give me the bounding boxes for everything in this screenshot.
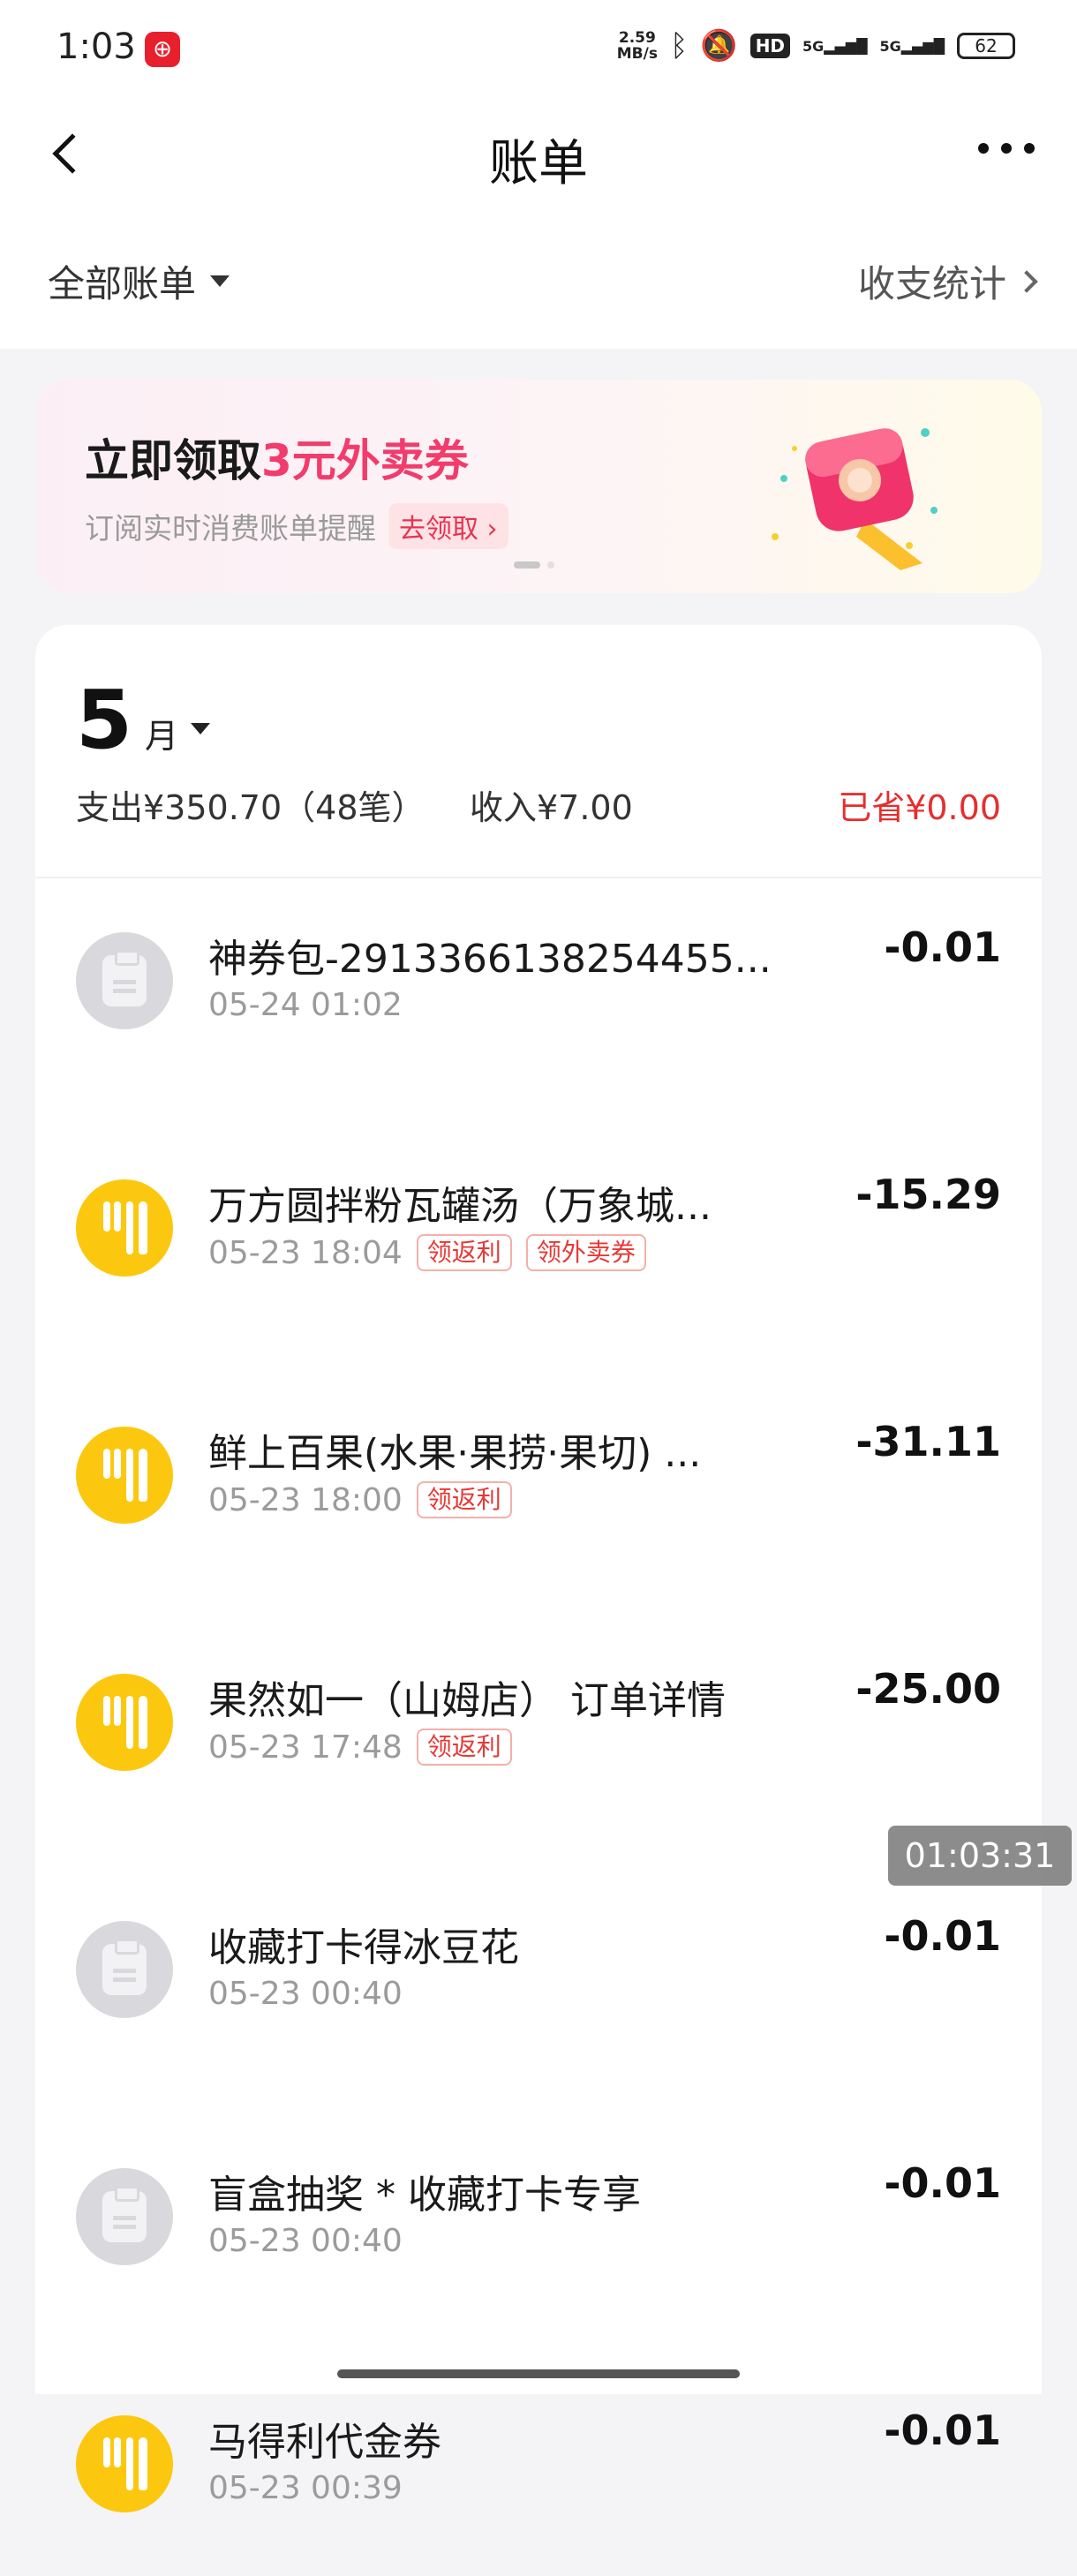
filter-bar: 全部账单 收支统计: [0, 212, 1077, 349]
expense-summary: 支出¥350.70（48笔）: [76, 788, 426, 827]
transaction-name: 万方圆拌粉瓦罐汤（万象城...: [208, 1184, 712, 1229]
transaction-meta: 05-23 00:39: [208, 2470, 403, 2506]
promo-banner[interactable]: 立即领取3元外卖券 订阅实时消费账单提醒 去领取 ›: [35, 380, 1042, 593]
clipboard-icon: [76, 932, 173, 1029]
transaction-name: 收藏打卡得冰豆花: [208, 1925, 519, 1970]
status-bar: 1:03 ⊕ 2.59 MB/s ᛒ 🔕 HD 5G▂▄▆█ 5G▂▄▆█ 62: [0, 0, 1077, 97]
app-notification-icon: ⊕: [145, 32, 180, 67]
status-time: 1:03: [56, 26, 136, 67]
nav-bar: 账单: [0, 97, 1077, 212]
hd-badge: HD: [749, 34, 791, 58]
screen-record-timestamp: 01:03:31: [888, 1826, 1072, 1886]
food-icon: [76, 1427, 173, 1524]
month-selector[interactable]: 5 月: [76, 673, 211, 767]
clipboard-icon: [76, 1921, 173, 2018]
transaction-amount: -31.11: [855, 1418, 1001, 1465]
transaction-time: 05-23 00:40: [208, 1976, 403, 2012]
transaction-name: 马得利代金券: [208, 2420, 441, 2465]
transaction-amount: -0.01: [884, 1912, 1001, 1960]
transaction-meta: 05-23 00:40: [208, 2223, 403, 2259]
signal-icon-2: 5G▂▄▆█: [879, 37, 945, 55]
transaction-row[interactable]: 马得利代金券 05-23 00:39 -0.01: [35, 2362, 1042, 2576]
all-bills-label: 全部账单: [48, 262, 197, 305]
transaction-name: 神券包-2913366138254455...: [208, 937, 772, 982]
clipboard-icon: [76, 2168, 173, 2265]
transaction-meta: 05-24 01:02: [208, 987, 403, 1023]
food-icon: [76, 2415, 173, 2512]
all-bills-dropdown[interactable]: 全部账单: [48, 254, 230, 308]
divider: [35, 877, 1042, 878]
rebate-tag[interactable]: 领返利: [416, 1729, 512, 1766]
transaction-row[interactable]: 鲜上百果(水果·果捞·果切) ... 05-23 18:00 领返利 -31.11: [35, 1374, 1042, 1587]
rebate-tag[interactable]: 领外卖券: [525, 1234, 646, 1271]
transaction-row[interactable]: 果然如一（山姆店） 订单详情 05-23 17:48 领返利 -25.00: [35, 1621, 1042, 1834]
caret-down-icon: [210, 275, 230, 287]
network-speed: 2.59 MB/s: [616, 29, 658, 63]
food-icon: [76, 1674, 173, 1771]
bill-card: 5 月 支出¥350.70（48笔） 收入¥7.00 已省¥0.00 神券包-2…: [35, 625, 1042, 2512]
month-number: 5: [76, 673, 133, 767]
stats-label: 收支统计: [857, 262, 1006, 305]
transaction-amount: -0.01: [884, 923, 1001, 971]
transaction-meta: 05-23 18:04 领返利 领外卖券: [208, 1234, 646, 1271]
income-expense-stats-link[interactable]: 收支统计: [857, 254, 1038, 308]
transaction-amount: -0.01: [884, 2407, 1001, 2454]
carousel-indicator: [514, 561, 554, 569]
banner-subtitle: 订阅实时消费账单提醒 去领取 ›: [85, 503, 508, 549]
home-indicator[interactable]: [337, 2369, 740, 2378]
gift-box-illustration: [772, 428, 938, 570]
chevron-right-icon: [1015, 269, 1038, 293]
transaction-amount: -0.01: [884, 2159, 1001, 2207]
transaction-time: 05-23 00:39: [208, 2470, 403, 2506]
month-unit: 月: [145, 717, 179, 756]
transaction-time: 05-23 18:00: [208, 1481, 403, 1518]
food-icon: [76, 1179, 173, 1277]
transaction-row[interactable]: 神券包-2913366138254455... 05-24 01:02 -0.01: [35, 879, 1042, 1093]
mute-icon: 🔕: [700, 28, 738, 64]
caret-down-icon: [191, 723, 211, 734]
claim-button[interactable]: 去领取 ›: [388, 503, 508, 549]
page-title: 账单: [489, 135, 588, 192]
battery-icon: 62: [957, 33, 1015, 59]
status-icons: 2.59 MB/s ᛒ 🔕 HD 5G▂▄▆█ 5G▂▄▆█ 62: [617, 28, 1015, 64]
transaction-meta: 05-23 18:00 领返利: [208, 1481, 512, 1518]
more-options-icon[interactable]: [978, 143, 1035, 154]
transaction-amount: -25.00: [855, 1665, 1001, 1713]
transaction-name: 果然如一（山姆店） 订单详情: [208, 1678, 726, 1723]
bluetooth-icon: ᛒ: [669, 28, 689, 64]
rebate-tag[interactable]: 领返利: [416, 1234, 512, 1271]
rebate-tag[interactable]: 领返利: [416, 1481, 512, 1518]
transaction-meta: 05-23 00:40: [208, 1976, 403, 2012]
saved-amount: 已省¥0.00: [838, 788, 1001, 827]
transaction-row[interactable]: 万方圆拌粉瓦罐汤（万象城... 05-23 18:04 领返利 领外卖券 -15.29: [35, 1126, 1042, 1340]
income-summary: 收入¥7.00: [470, 788, 633, 827]
banner-title: 立即领取3元外卖券: [85, 435, 469, 486]
transaction-amount: -15.29: [855, 1171, 1001, 1218]
transaction-name: 盲盒抽奖 * 收藏打卡专享: [208, 2173, 641, 2218]
transaction-name: 鲜上百果(水果·果捞·果切) ...: [208, 1431, 702, 1476]
transaction-time: 05-23 00:40: [208, 2223, 403, 2259]
signal-icon: 5G▂▄▆█: [802, 37, 868, 55]
transaction-time: 05-24 01:02: [208, 987, 403, 1023]
transaction-meta: 05-23 17:48 领返利: [208, 1729, 512, 1766]
transaction-time: 05-23 18:04: [208, 1234, 403, 1271]
transaction-time: 05-23 17:48: [208, 1729, 403, 1766]
transaction-row[interactable]: 收藏打卡得冰豆花 05-23 00:40 -0.01: [35, 1868, 1042, 2082]
transaction-row[interactable]: 盲盒抽奖 * 收藏打卡专享 05-23 00:40 -0.01: [35, 2115, 1042, 2329]
